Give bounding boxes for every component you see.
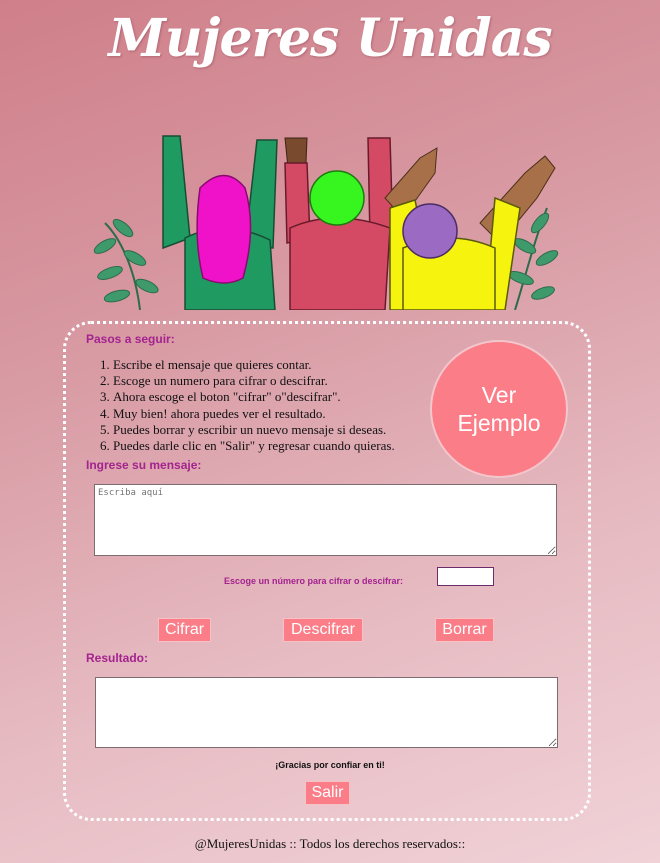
page-title: Mujeres Unidas (108, 8, 552, 69)
decrypt-button[interactable]: Descifrar (283, 618, 363, 642)
step-item: Muy bien! ahora puedes ver el resultado. (113, 406, 453, 422)
clear-button[interactable]: Borrar (435, 618, 494, 642)
figure-green-sweater-icon (162, 135, 278, 310)
figure-red-sweater-icon (284, 137, 394, 310)
step-item: Escoge un numero para cifrar o descifrar… (113, 373, 453, 389)
exit-button[interactable]: Salir (305, 781, 350, 805)
message-input[interactable] (94, 484, 557, 556)
step-item: Puedes borrar y escribir un nuevo mensaj… (113, 422, 453, 438)
result-label: Resultado: (86, 651, 149, 665)
thanks-message: ¡Gracias por confiar en ti! (275, 760, 385, 770)
footer-text: @MujeresUnidas :: Todos los derechos res… (194, 836, 466, 851)
figure-yellow-shirt-icon (384, 147, 556, 310)
encrypt-button[interactable]: Cifrar (158, 618, 211, 642)
step-item: Puedes darle clic en "Salir" y regresar … (113, 438, 453, 454)
steps-heading: Pasos a seguir: (86, 332, 175, 346)
view-example-button[interactable]: Ver Ejemplo (430, 340, 568, 478)
step-item: Ahora escoge el boton "cifrar" o"descifr… (113, 389, 453, 405)
women-illustration (93, 135, 559, 310)
steps-list: Escribe el mensaje que quieres contar. E… (86, 357, 453, 454)
step-item: Escribe el mensaje que quieres contar. (113, 357, 453, 373)
leaves-left-icon (93, 218, 159, 310)
offset-input[interactable] (437, 567, 494, 586)
message-label: Ingrese su mensaje: (86, 458, 202, 472)
offset-label: Escoge un número para cifrar o descifrar… (224, 576, 404, 586)
result-output[interactable] (95, 677, 558, 748)
